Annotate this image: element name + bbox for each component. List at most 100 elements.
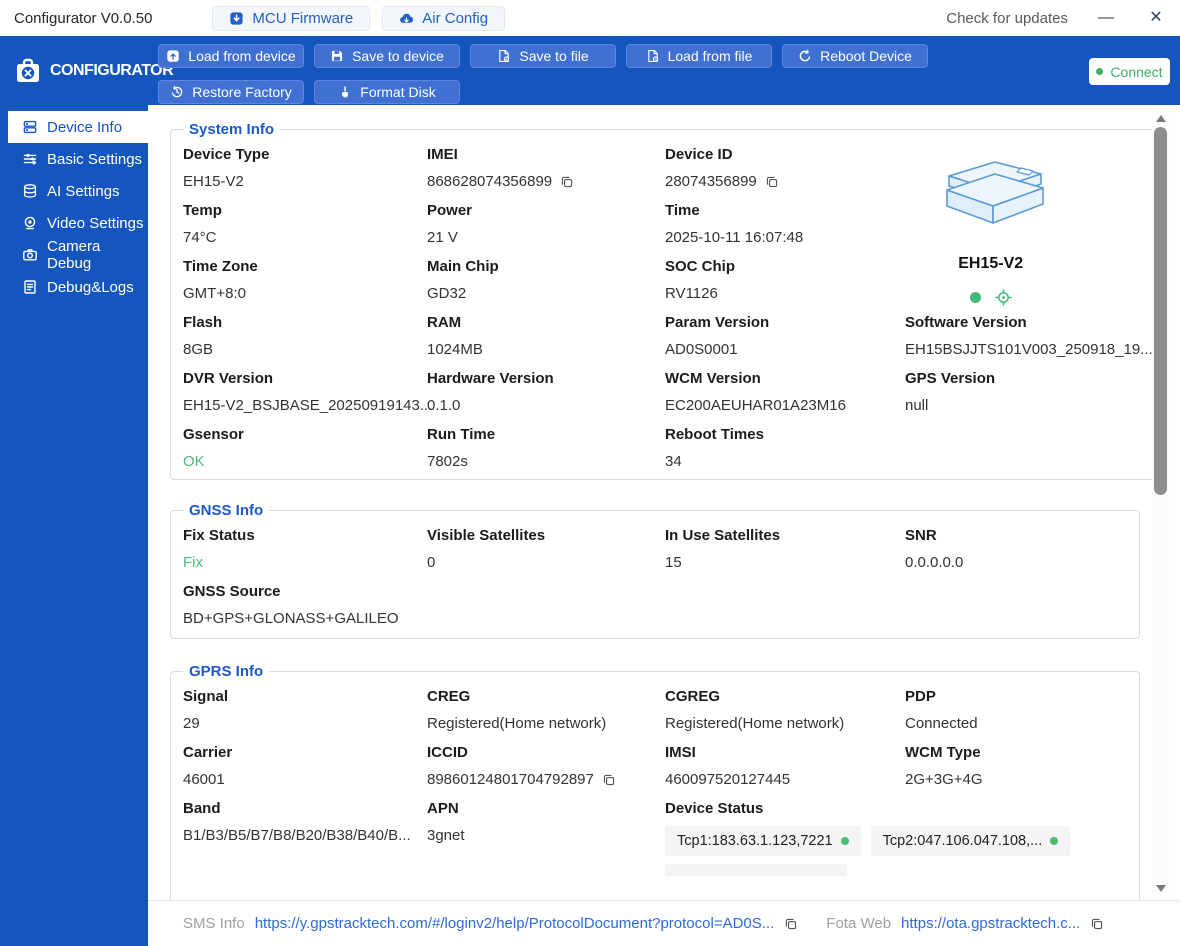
field-label: DVR Version <box>183 370 274 387</box>
scroll-down-arrow[interactable] <box>1152 880 1169 896</box>
field: SNR 0.0.0.0.0 <box>905 521 1129 577</box>
app-logo: CONFIGURATOR <box>0 36 174 105</box>
field-label: In Use Satellites <box>665 527 781 544</box>
sms-info-label: SMS Info <box>183 915 245 932</box>
field-label: Device Type <box>183 146 270 163</box>
status-chip: Tcp1:183.63.1.123,7221 <box>665 826 861 856</box>
field-label: Param Version <box>665 314 770 331</box>
online-dot-icon <box>840 837 849 845</box>
field: RAM 1024MB <box>427 308 665 364</box>
restore-icon <box>170 85 184 99</box>
field-label: Time Zone <box>183 258 258 275</box>
mcu-firmware-button[interactable]: MCU Firmware <box>212 5 371 31</box>
close-button[interactable]: ✕ <box>1144 6 1168 30</box>
field: IMEI 868628074356899 <box>427 140 665 196</box>
status-chip: Tcp2:047.106.047.108,... <box>870 826 1071 856</box>
field: Main Chip GD32 <box>427 252 665 308</box>
sidebar-item-debug-logs[interactable]: Debug&Logs <box>8 271 148 303</box>
copy-icon[interactable] <box>560 175 574 189</box>
scroll-up-arrow[interactable] <box>1152 110 1169 126</box>
chip-label: Tcp1:183.63.1.123,7221 <box>677 833 833 849</box>
reboot-device-button[interactable]: Reboot Device <box>782 44 928 68</box>
field-value: EC200AEUHAR01A23M16 <box>665 397 846 414</box>
copy-icon[interactable] <box>1090 917 1104 931</box>
field-label: APN <box>427 800 459 817</box>
sidebar: Device Info Basic Settings AI Settings Vide… <box>0 105 148 946</box>
field: WCM Type 2G+3G+4G <box>905 738 1129 794</box>
field: Temp 74°C <box>183 196 427 252</box>
locate-target-icon[interactable] <box>994 289 1012 306</box>
field-label: RAM <box>427 314 462 331</box>
field-value: 2G+3G+4G <box>905 771 983 788</box>
field-value: 8GB <box>183 341 214 358</box>
air-config-label: Air Config <box>422 9 489 27</box>
field <box>905 577 1129 633</box>
field: Device Type EH15-V2 <box>183 140 427 196</box>
load-from-file-button[interactable]: Load from file <box>626 44 772 68</box>
minimize-button[interactable]: — <box>1094 6 1118 30</box>
scrollbar-thumb[interactable] <box>1154 127 1167 495</box>
field: ICCID 89860124801704792897 <box>427 738 665 794</box>
sidebar-item-basic-settings[interactable]: Basic Settings <box>8 143 148 175</box>
field-label: Hardware Version <box>427 370 554 387</box>
sms-info-link[interactable]: https://y.gpstracktech.com/#/loginv2/hel… <box>255 915 775 932</box>
field-label: IMSI <box>665 744 696 761</box>
field-label: Main Chip <box>427 258 499 275</box>
field-label: Gsensor <box>183 426 244 443</box>
file-load-icon <box>646 49 660 63</box>
field-label: SOC Chip <box>665 258 735 275</box>
field-value: OK <box>183 453 205 470</box>
app-title: Configurator V0.0.50 <box>14 9 153 27</box>
sidebar-item-label: Device Info <box>47 118 123 136</box>
sidebar-item-video-settings[interactable]: Video Settings <box>8 207 148 239</box>
connect-button[interactable]: Connect <box>1089 58 1170 85</box>
fota-web-link[interactable]: https://ota.gpstracktech.c... <box>901 915 1080 932</box>
button-label: Reboot Device <box>820 48 912 64</box>
field: Band B1/B3/B5/B7/B8/B20/B38/B40/B... <box>183 794 427 881</box>
system-info-section: System Info Device Type EH15-V2 IMEI 868628… <box>170 121 1164 480</box>
device-illustration <box>929 154 1053 238</box>
save-to-device-button[interactable]: Save to device <box>314 44 460 68</box>
chip-label: Tcp2:047.106.047.108,... <box>882 833 1043 849</box>
gnss-info-section: GNSS Info Fix Status Fix Visible Satellite… <box>170 502 1140 639</box>
field-value: 34 <box>665 453 682 470</box>
field-value: 46001 <box>183 771 225 788</box>
mcu-firmware-label: MCU Firmware <box>252 9 354 27</box>
restore-factory-button[interactable]: Restore Factory <box>158 80 304 104</box>
save-to-file-button[interactable]: Save to file <box>470 44 616 68</box>
check-for-updates-link[interactable]: Check for updates <box>946 10 1068 27</box>
button-label: Save to file <box>519 48 589 64</box>
connect-label: Connect <box>1110 63 1163 80</box>
copy-icon[interactable] <box>602 773 616 787</box>
field-label: Software Version <box>905 314 1027 331</box>
field-value: 74°C <box>183 229 217 246</box>
sidebar-item-label: AI Settings <box>47 182 120 200</box>
field: Device ID 28074356899 <box>665 140 905 196</box>
field-value: B1/B3/B5/B7/B8/B20/B38/B40/B... <box>183 827 411 844</box>
device-online-dot-icon <box>969 292 981 303</box>
field-value: GMT+8:0 <box>183 285 246 302</box>
field-label: Fix Status <box>183 527 255 544</box>
field-label: Carrier <box>183 744 233 761</box>
sidebar-item-ai-settings[interactable]: AI Settings <box>8 175 148 207</box>
field-value: 89860124801704792897 <box>427 766 665 794</box>
sidebar-item-camera-debug[interactable]: Camera Debug <box>8 238 148 272</box>
air-config-button[interactable]: Air Config <box>382 5 506 31</box>
field <box>665 577 905 633</box>
field: Gsensor OK <box>183 420 427 476</box>
copy-icon[interactable] <box>784 917 798 931</box>
scrollbar[interactable] <box>1152 110 1169 896</box>
copy-icon[interactable] <box>765 175 779 189</box>
upload-box-icon <box>166 49 180 63</box>
field-label: Flash <box>183 314 223 331</box>
field-value: 0.0.0.0.0 <box>905 554 964 571</box>
field-label: GPS Version <box>905 370 996 387</box>
device-info-icon <box>22 119 38 135</box>
load-from-device-button[interactable]: Load from device <box>158 44 304 68</box>
field-label: Device ID <box>665 146 733 163</box>
ai-settings-icon <box>22 183 38 199</box>
format-disk-button[interactable]: Format Disk <box>314 80 460 104</box>
field: Signal 29 <box>183 682 427 738</box>
field-value: 0 <box>427 554 436 571</box>
sidebar-item-device-info[interactable]: Device Info <box>8 111 148 143</box>
